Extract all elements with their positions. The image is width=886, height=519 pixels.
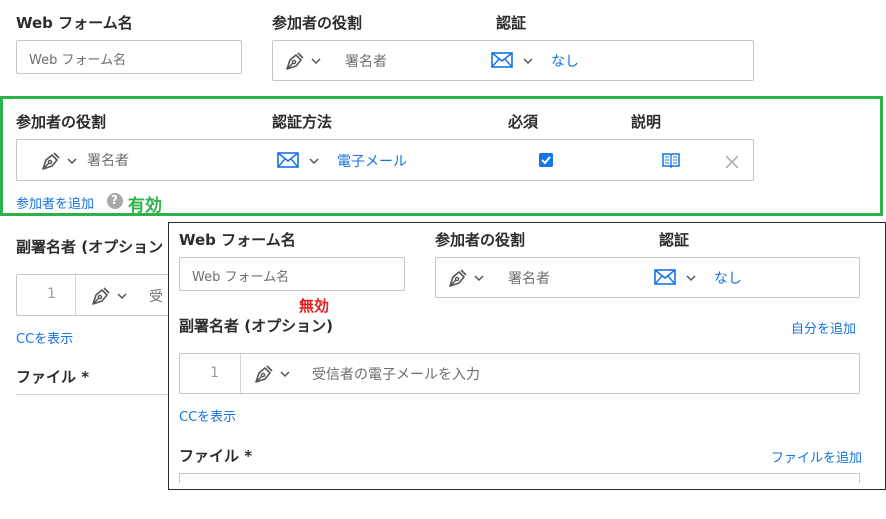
role-selector[interactable] — [446, 266, 492, 290]
webform-name-label: Web フォーム名 — [179, 231, 296, 249]
valid-status-label: 有効 — [128, 196, 162, 216]
chevron-down-icon — [474, 275, 484, 282]
participant-row: 署名者 なし — [435, 257, 860, 298]
close-icon[interactable] — [724, 154, 740, 170]
auth-value[interactable]: なし — [551, 51, 579, 71]
role-selector[interactable] — [89, 284, 135, 308]
overlay-panel: Web フォーム名 Web フォーム名 参加者の役割 認証 署名者 なし 無効 … — [168, 222, 886, 490]
help-icon[interactable]: ? — [107, 193, 123, 209]
pen-icon — [255, 365, 273, 383]
description-label: 説明 — [631, 113, 662, 131]
add-file-link[interactable]: ファイルを追加 — [771, 447, 862, 466]
chevron-down-icon — [523, 58, 533, 65]
pen-icon — [92, 287, 110, 305]
role-selector[interactable] — [252, 362, 298, 386]
recipient-email-input[interactable]: 受信者の電子メールを入力 — [312, 364, 480, 384]
auth-selector[interactable] — [491, 51, 539, 71]
participant-role-label: 参加者の役割 — [272, 14, 363, 32]
auth-label: 認証 — [496, 14, 527, 32]
invalid-status-label: 無効 — [299, 297, 330, 315]
webform-name-placeholder: Web フォーム名 — [192, 270, 290, 285]
cosigner-number: 1 — [210, 365, 219, 381]
required-checkbox[interactable] — [539, 153, 553, 167]
cosigner-label: 副署名者 (オプション — [16, 238, 164, 256]
webform-name-label: Web フォーム名 — [16, 14, 133, 32]
file-label: ファイル * — [16, 368, 90, 386]
auth-value[interactable]: なし — [714, 268, 742, 288]
cosigner-number: 1 — [47, 286, 56, 302]
role-value: 署名者 — [87, 153, 129, 169]
show-cc-link[interactable]: CCを表示 — [179, 406, 236, 425]
show-cc-link[interactable]: CCを表示 — [16, 328, 73, 347]
add-self-link[interactable]: 自分を追加 — [791, 318, 856, 337]
role-value: 署名者 — [345, 54, 387, 70]
auth-method-label: 認証方法 — [272, 113, 333, 131]
book-icon[interactable] — [661, 151, 681, 169]
add-participant-link[interactable]: 参加者を追加 — [16, 193, 94, 212]
envelope-icon — [654, 269, 676, 285]
chevron-down-icon — [309, 158, 319, 165]
envelope-icon — [491, 52, 513, 68]
divider — [75, 275, 76, 315]
webform-name-input[interactable]: Web フォーム名 — [16, 40, 242, 74]
role-selector[interactable] — [283, 49, 329, 73]
check-icon — [541, 156, 551, 165]
auth-selector[interactable] — [277, 151, 325, 171]
envelope-icon — [277, 152, 299, 168]
divider — [240, 354, 241, 393]
file-label: ファイル * — [179, 447, 253, 465]
chevron-down-icon — [117, 293, 127, 300]
role-selector[interactable] — [39, 149, 85, 173]
cosigner-row: 1 受信者の電子メールを入力 — [179, 353, 860, 394]
webform-name-placeholder: Web フォーム名 — [29, 53, 127, 68]
file-drop-area[interactable] — [179, 473, 860, 483]
participant-row: 署名者 なし — [272, 40, 754, 81]
chevron-down-icon — [686, 275, 696, 282]
pen-icon — [286, 52, 304, 70]
participant-role-label: 参加者の役割 — [16, 113, 107, 131]
pen-icon — [449, 269, 467, 287]
recipient-placeholder: 受 — [149, 289, 163, 305]
webform-name-input[interactable]: Web フォーム名 — [179, 257, 405, 291]
auth-label: 認証 — [659, 231, 690, 249]
participant-role-label: 参加者の役割 — [435, 231, 526, 249]
required-label: 必須 — [508, 113, 539, 131]
chevron-down-icon — [67, 158, 77, 165]
chevron-down-icon — [311, 58, 321, 65]
cosigner-label: 副署名者 (オプション) — [179, 317, 333, 335]
auth-selector[interactable] — [654, 268, 702, 288]
cosigner-row: 1 受 — [16, 274, 176, 316]
auth-method-value[interactable]: 電子メール — [337, 151, 407, 171]
file-drop-area — [16, 394, 176, 395]
chevron-down-icon — [280, 371, 290, 378]
role-value: 署名者 — [508, 271, 550, 287]
participant-row: 署名者 電子メール — [16, 139, 754, 181]
pen-icon — [42, 152, 60, 170]
